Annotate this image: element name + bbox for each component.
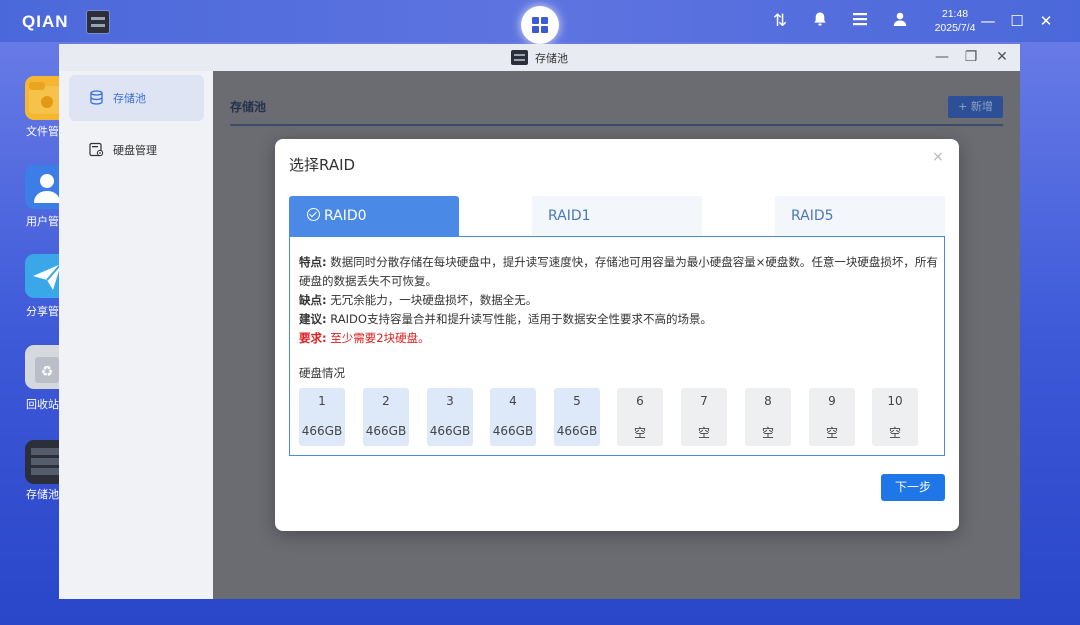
cons-line: 缺点: 无冗余能力，一块硬盘损坏，数据全无。 <box>299 291 939 310</box>
window-close-icon[interactable]: ✕ <box>993 48 1011 66</box>
disk-number: 4 <box>509 394 517 408</box>
page-title: 存储池 <box>230 100 267 114</box>
requirement-line: 要求: 至少需要2块硬盘。 <box>299 329 939 348</box>
features-text: 数据同时分散存储在每块硬盘中，提升读写速度快，存储池可用容量为最小硬盘容量×硬盘… <box>299 255 938 288</box>
requirement-text: 至少需要2块硬盘。 <box>330 331 430 345</box>
start-menu-button[interactable] <box>521 6 559 44</box>
disk-slot: 10 空 <box>872 388 918 446</box>
disk-capacity: 空 <box>825 426 838 440</box>
app-logo: QIAN <box>22 12 69 31</box>
cons-label: 缺点: <box>299 293 327 307</box>
window-minimize-icon[interactable]: — <box>933 48 951 66</box>
tab-label: RAID5 <box>791 208 834 224</box>
svg-text:♻: ♻ <box>41 364 54 380</box>
disk-slot[interactable]: 1 466GB <box>299 388 345 446</box>
disk-slot: 7 空 <box>681 388 727 446</box>
disk-capacity: 空 <box>761 426 774 440</box>
storage-pool-icon <box>511 50 528 65</box>
divider <box>230 124 1003 126</box>
close-icon[interactable]: ✕ <box>1036 11 1056 31</box>
disk-number: 3 <box>446 394 454 408</box>
storage-pool-taskbar-app-icon[interactable] <box>86 10 110 34</box>
select-raid-dialog: 选择RAID × RAID0 RAID1 RAID5 特点: 数据同时分散存储在… <box>275 139 959 531</box>
disk-slot[interactable]: 5 466GB <box>554 388 600 446</box>
close-icon[interactable]: × <box>929 149 947 165</box>
disk-number: 7 <box>700 394 708 408</box>
disk-slot[interactable]: 2 466GB <box>363 388 409 446</box>
disk-capacity: 466GB <box>429 424 471 438</box>
menu-list-icon[interactable] <box>850 11 870 31</box>
tab-label: RAID1 <box>548 208 591 224</box>
advice-label: 建议: <box>299 312 327 326</box>
tab-raid1[interactable]: RAID1 <box>532 196 702 236</box>
disk-number: 8 <box>764 394 772 408</box>
disk-slot[interactable]: 4 466GB <box>490 388 536 446</box>
check-circle-icon <box>307 208 320 221</box>
notification-icon[interactable] <box>810 11 830 31</box>
disk-capacity: 空 <box>888 426 901 440</box>
maximize-icon[interactable]: ☐ <box>1007 11 1027 31</box>
disk-slot[interactable]: 3 466GB <box>427 388 473 446</box>
raid-description: 特点: 数据同时分散存储在每块硬盘中，提升读写速度快，存储池可用容量为最小硬盘容… <box>299 253 939 348</box>
minimize-icon[interactable]: — <box>978 11 998 31</box>
system-clock: 21:48 2025/7/4 <box>926 7 984 35</box>
disk-number: 1 <box>318 394 326 408</box>
database-icon <box>89 90 104 105</box>
sidebar: 存储池 硬盘管理 <box>59 71 213 599</box>
disk-management-icon <box>89 142 104 157</box>
sidebar-item-label: 存储池 <box>113 92 146 105</box>
window-titlebar: 存储池 — ❐ ✕ <box>59 44 1020 71</box>
grid-icon <box>532 17 548 33</box>
cons-text: 无冗余能力，一块硬盘损坏，数据全无。 <box>330 293 538 307</box>
advice-line: 建议: RAIDO支持容量合并和提升读写性能，适用于数据安全性要求不高的场景。 <box>299 310 939 329</box>
disk-number: 6 <box>636 394 644 408</box>
disk-capacity: 466GB <box>492 424 534 438</box>
raid-info-panel: 特点: 数据同时分散存储在每块硬盘中，提升读写速度快，存储池可用容量为最小硬盘容… <box>289 236 945 456</box>
window-restore-icon[interactable]: ❐ <box>962 48 980 66</box>
sidebar-item-label: 硬盘管理 <box>113 144 157 157</box>
taskbar: QIAN ⇅ 21:48 2025/7/4 — ☐ ✕ <box>0 0 1080 44</box>
disk-capacity: 466GB <box>556 424 598 438</box>
disk-capacity: 空 <box>633 426 646 440</box>
features-label: 特点: <box>299 255 327 269</box>
features-line: 特点: 数据同时分散存储在每块硬盘中，提升读写速度快，存储池可用容量为最小硬盘容… <box>299 253 939 291</box>
disk-section-title: 硬盘情况 <box>299 366 345 380</box>
window-title: 存储池 <box>535 52 568 65</box>
disk-slot: 6 空 <box>617 388 663 446</box>
add-storage-pool-button[interactable]: + 新增 <box>948 96 1003 118</box>
disk-capacity: 空 <box>697 426 710 440</box>
tab-raid5[interactable]: RAID5 <box>775 196 945 236</box>
dialog-title: 选择RAID <box>289 156 356 174</box>
disk-capacity: 466GB <box>301 424 343 438</box>
advice-text: RAIDO支持容量合并和提升读写性能，适用于数据安全性要求不高的场景。 <box>330 312 712 326</box>
disk-capacity: 466GB <box>365 424 407 438</box>
tab-raid0[interactable]: RAID0 <box>289 196 459 236</box>
transfer-icon[interactable]: ⇅ <box>770 11 790 31</box>
disk-number: 5 <box>573 394 581 408</box>
clock-time: 21:48 <box>941 8 969 20</box>
disk-slot: 9 空 <box>809 388 855 446</box>
disk-number: 9 <box>828 394 836 408</box>
requirement-label: 要求: <box>299 331 327 345</box>
disk-number: 2 <box>382 394 390 408</box>
disk-slot: 8 空 <box>745 388 791 446</box>
clock-date: 2025/7/4 <box>934 22 976 34</box>
sidebar-item-storage-pool[interactable]: 存储池 <box>69 75 204 121</box>
disk-number: 10 <box>887 394 903 408</box>
tab-label: RAID0 <box>324 208 367 224</box>
sidebar-item-disk-management[interactable]: 硬盘管理 <box>69 127 204 173</box>
user-icon[interactable] <box>890 11 910 31</box>
next-step-button[interactable]: 下一步 <box>881 474 945 501</box>
